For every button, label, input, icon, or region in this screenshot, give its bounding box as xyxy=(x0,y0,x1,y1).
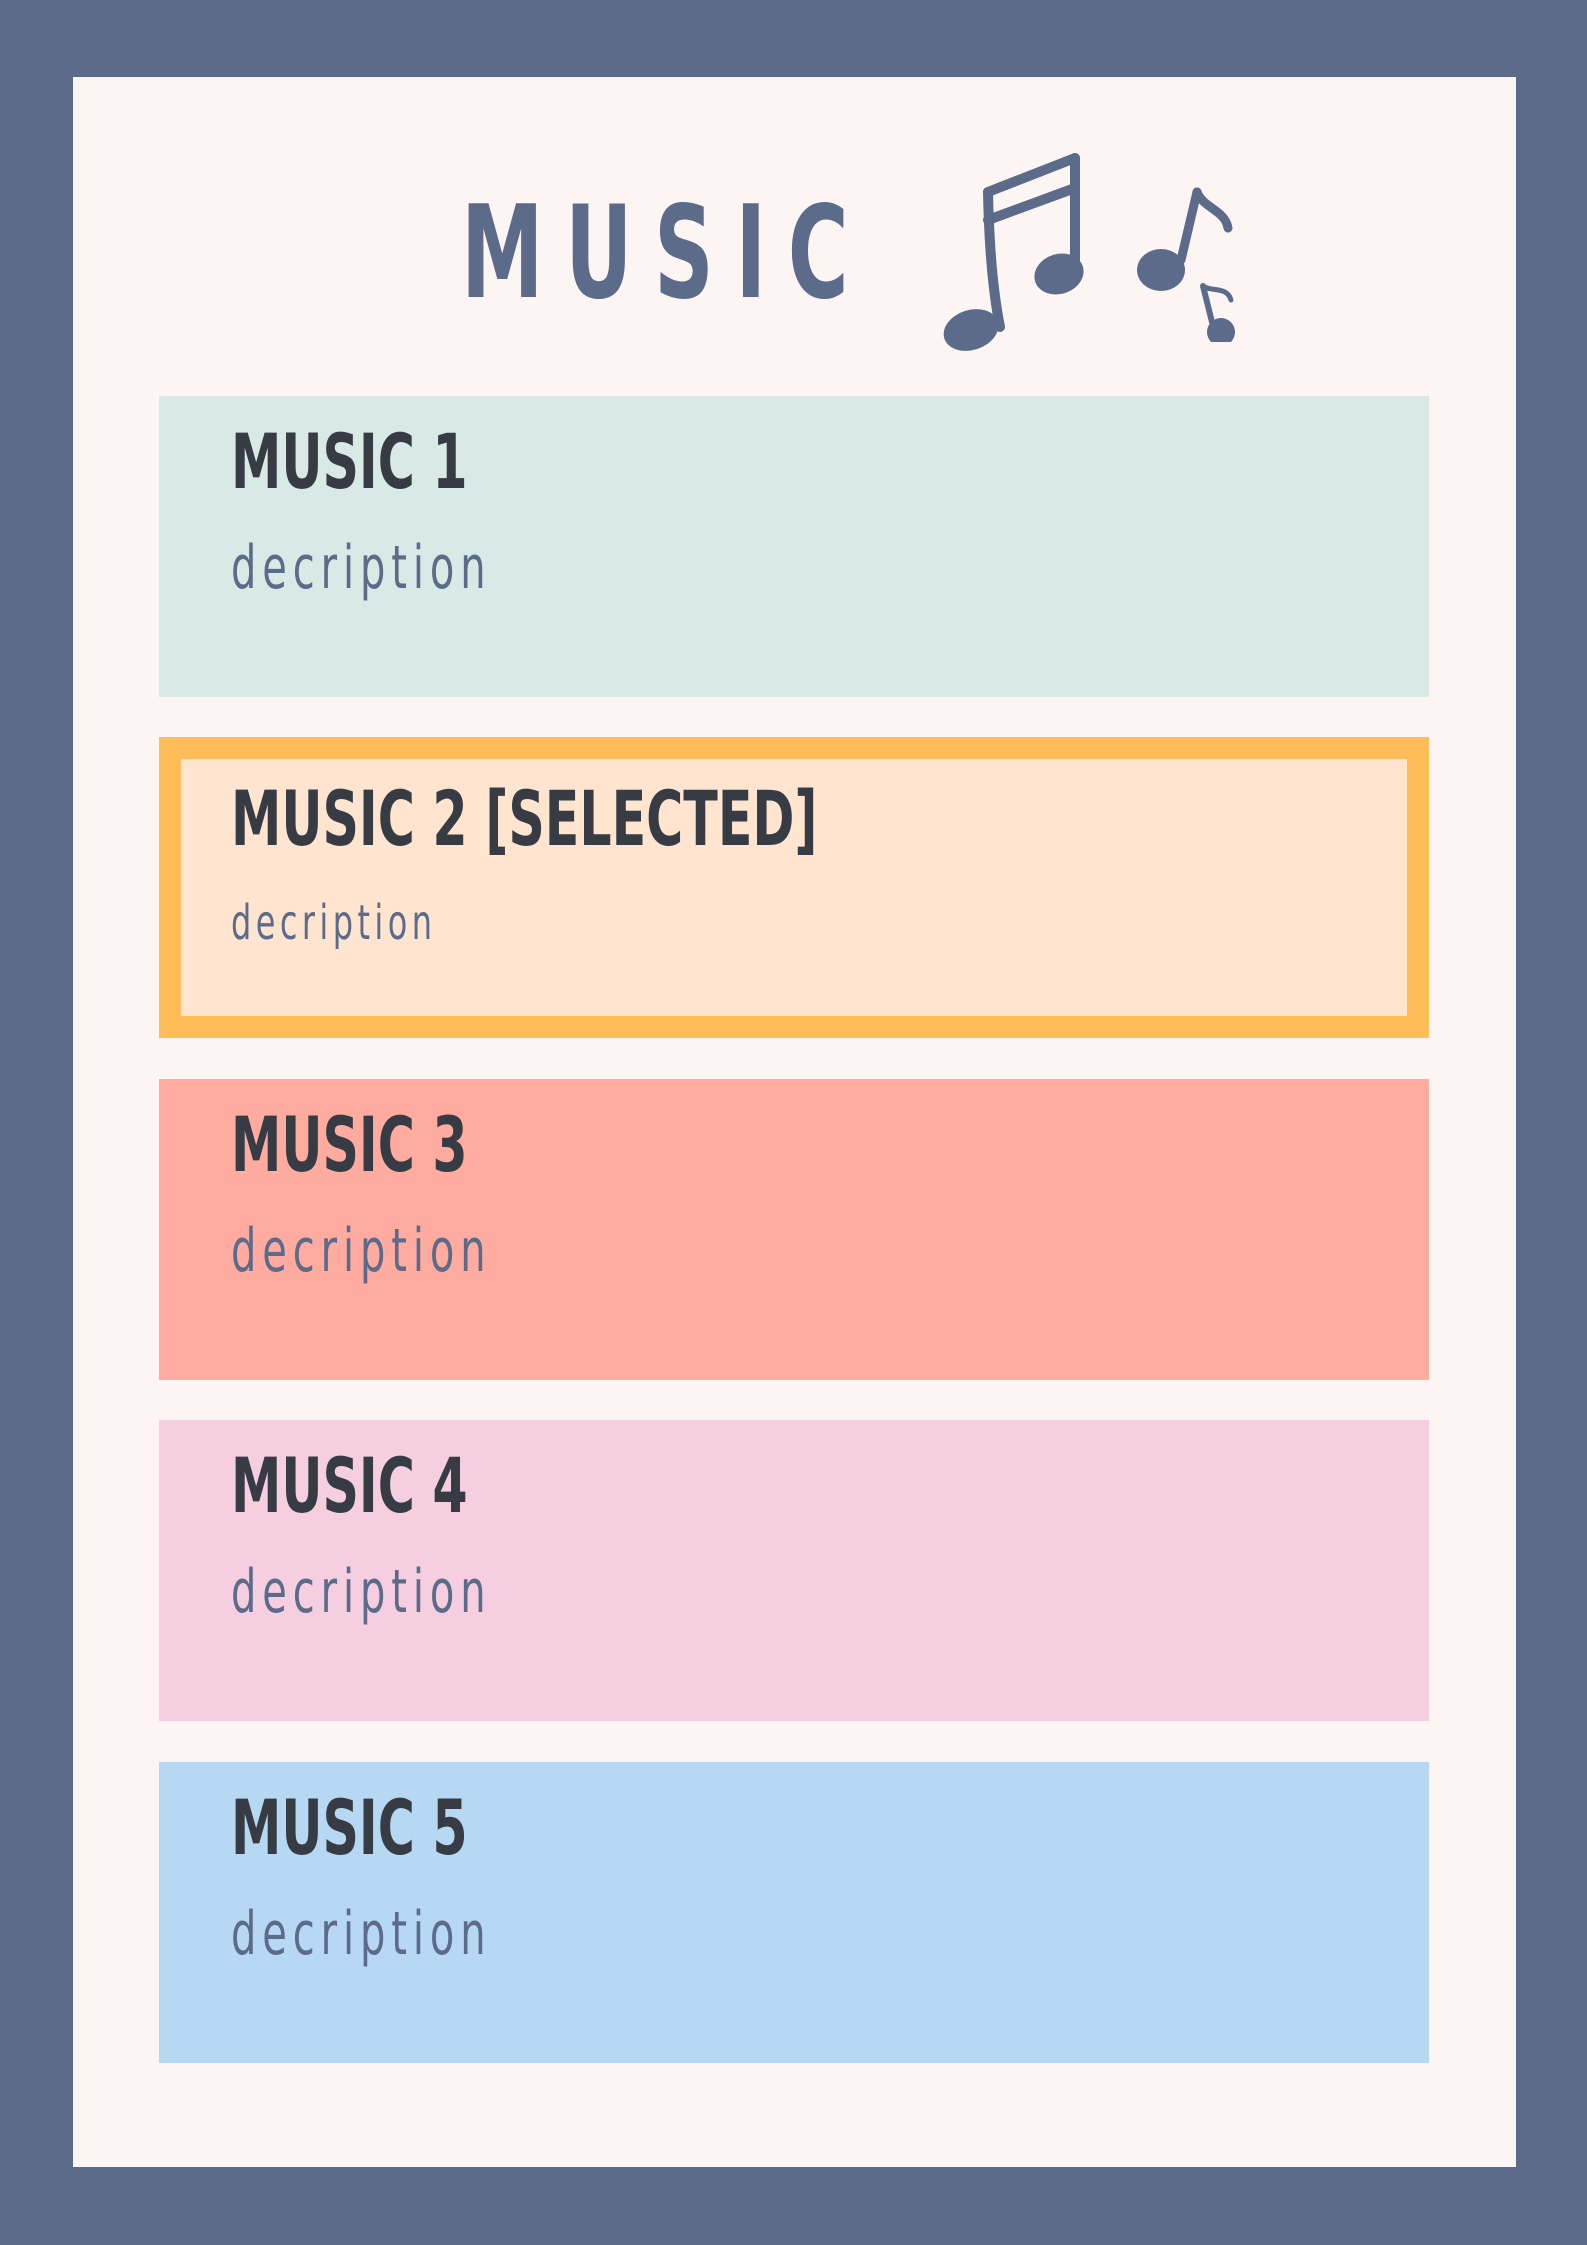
music-item-title: MUSIC 1 xyxy=(231,417,468,506)
music-item-description: decription xyxy=(231,895,437,951)
music-item-description: decription xyxy=(231,1899,492,1969)
page-title: MUSIC xyxy=(461,179,871,328)
music-item-5[interactable]: MUSIC 5 decription xyxy=(159,1762,1429,2063)
music-item-description: decription xyxy=(231,1557,492,1627)
music-item-4[interactable]: MUSIC 4 decription xyxy=(159,1420,1429,1721)
music-item-title: MUSIC 3 xyxy=(231,1100,468,1189)
music-card: MUSIC MUSIC 1 decription MUSIC 2 [SELECT… xyxy=(73,77,1516,2167)
music-item-description: decription xyxy=(231,1216,492,1286)
eighth-note-icon xyxy=(1137,187,1235,342)
music-item-2[interactable]: MUSIC 2 [SELECTED] decription xyxy=(159,737,1429,1038)
music-item-3[interactable]: MUSIC 3 decription xyxy=(159,1079,1429,1380)
beamed-eighth-notes-icon xyxy=(943,153,1084,351)
music-item-1[interactable]: MUSIC 1 decription xyxy=(159,396,1429,697)
header: MUSIC xyxy=(73,77,1516,397)
music-item-title: MUSIC 2 [SELECTED] xyxy=(231,774,818,863)
music-item-title: MUSIC 4 xyxy=(231,1441,468,1530)
music-item-description: decription xyxy=(231,533,492,603)
music-item-title: MUSIC 5 xyxy=(231,1783,468,1872)
